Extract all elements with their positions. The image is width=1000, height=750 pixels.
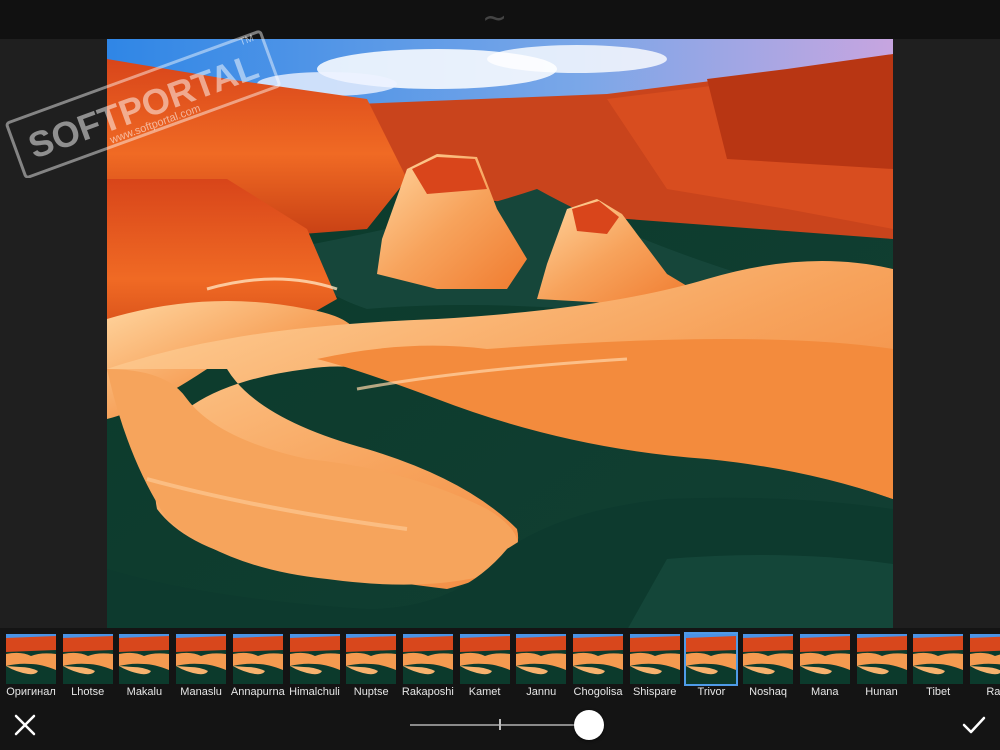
filter-thumbnail[interactable]	[402, 634, 453, 684]
slider-center-tick	[499, 719, 501, 730]
filter-thumbnail[interactable]	[743, 634, 794, 684]
filter-thumbnail[interactable]	[62, 634, 113, 684]
filter-thumbnail[interactable]	[573, 634, 623, 684]
slider-knob[interactable]	[574, 710, 604, 740]
filter-thumbnail[interactable]	[232, 634, 283, 684]
filter-strip[interactable]: Оригинал Lhotse Makalu Manaslu Annapurna Hima…	[0, 628, 1000, 700]
filter-thumbnail[interactable]	[629, 634, 680, 684]
canyon-river-photo	[107, 39, 893, 630]
filter-thumbnail[interactable]	[799, 634, 850, 684]
filter-thumbnail[interactable]	[516, 634, 567, 684]
filter-thumbnail[interactable]	[969, 634, 1000, 684]
filter-thumbnail[interactable]	[856, 634, 907, 684]
filter-thumbnail[interactable]	[119, 634, 170, 684]
filter-thumbnail[interactable]	[346, 634, 397, 684]
top-bar: ~	[0, 0, 1000, 39]
bottom-toolbar	[0, 700, 1000, 750]
drag-handle-icon[interactable]: ~	[482, 4, 507, 34]
filter-label: Rat	[986, 686, 1000, 698]
photo-preview	[107, 39, 893, 630]
filter-thumbnail[interactable]	[913, 634, 964, 684]
filter-thumbnail[interactable]	[459, 634, 510, 684]
filter-thumbnail[interactable]	[176, 634, 227, 684]
filter-thumbnail[interactable]	[289, 634, 340, 684]
close-icon[interactable]	[12, 712, 38, 738]
checkmark-icon[interactable]	[960, 712, 988, 738]
filter-thumbnail[interactable]	[684, 632, 739, 686]
filter-thumbnail[interactable]	[6, 634, 56, 684]
filter-rat[interactable]: Rat	[967, 632, 1000, 700]
intensity-slider[interactable]	[410, 700, 606, 750]
